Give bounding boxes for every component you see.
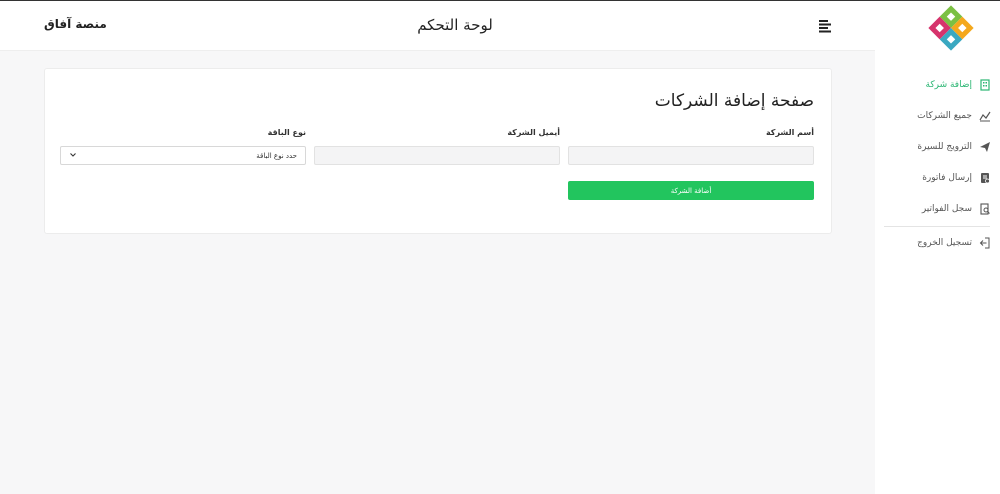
brand-name: منصة آفاق: [44, 17, 107, 31]
sidebar-item-send-invoice[interactable]: إرسال فاتورة: [880, 166, 992, 190]
package-type-selected: حدد نوع الباقة: [256, 151, 297, 160]
package-type-label: نوع الباقة: [267, 128, 306, 137]
invoice-icon: [978, 171, 992, 185]
chart-icon: [978, 109, 992, 123]
sidebar-item-label: سجل الفواتير: [921, 204, 972, 214]
company-email-label: أيميل الشركة: [507, 128, 560, 137]
sidebar-item-label: تسجيل الخروج: [917, 238, 972, 248]
add-company-card: صفحة إضافة الشركات أسم الشركة أيميل الشر…: [44, 68, 832, 234]
top-header: لوحة التحكم منصة آفاق: [0, 1, 875, 51]
sidebar-divider: [884, 226, 990, 227]
sidebar-item-promote-cv[interactable]: الترويج للسيرة: [880, 135, 992, 159]
document-search-icon: [978, 202, 992, 216]
sidebar-item-label: جميع الشركات: [917, 111, 972, 121]
sidebar: إضافة شركة جميع الشركات الترويج للسيرة إ…: [875, 1, 1000, 494]
sidebar-item-label: إضافة شركة: [925, 80, 973, 90]
chevron-down-icon: [69, 151, 77, 161]
logout-icon: [978, 236, 992, 250]
page-title: صفحة إضافة الشركات: [654, 91, 814, 111]
sidebar-item-logout[interactable]: تسجيل الخروج: [880, 231, 992, 255]
company-name-label: أسم الشركة: [765, 128, 814, 137]
add-company-button[interactable]: أضافة الشركة: [568, 181, 814, 200]
page-header-title: لوحة التحكم: [417, 16, 493, 34]
sidebar-item-invoice-log[interactable]: سجل الفواتير: [880, 197, 992, 221]
company-name-input[interactable]: [568, 146, 814, 165]
paper-plane-icon: [978, 140, 992, 154]
building-icon: [978, 78, 992, 92]
platform-logo: [926, 3, 976, 53]
sidebar-item-label: الترويج للسيرة: [917, 142, 972, 152]
sidebar-item-label: إرسال فاتورة: [922, 173, 972, 183]
sidebar-item-all-companies[interactable]: جميع الشركات: [880, 104, 992, 128]
sidebar-item-add-company[interactable]: إضافة شركة: [880, 73, 992, 97]
company-email-input[interactable]: [314, 146, 560, 165]
package-type-select[interactable]: حدد نوع الباقة: [60, 146, 306, 165]
